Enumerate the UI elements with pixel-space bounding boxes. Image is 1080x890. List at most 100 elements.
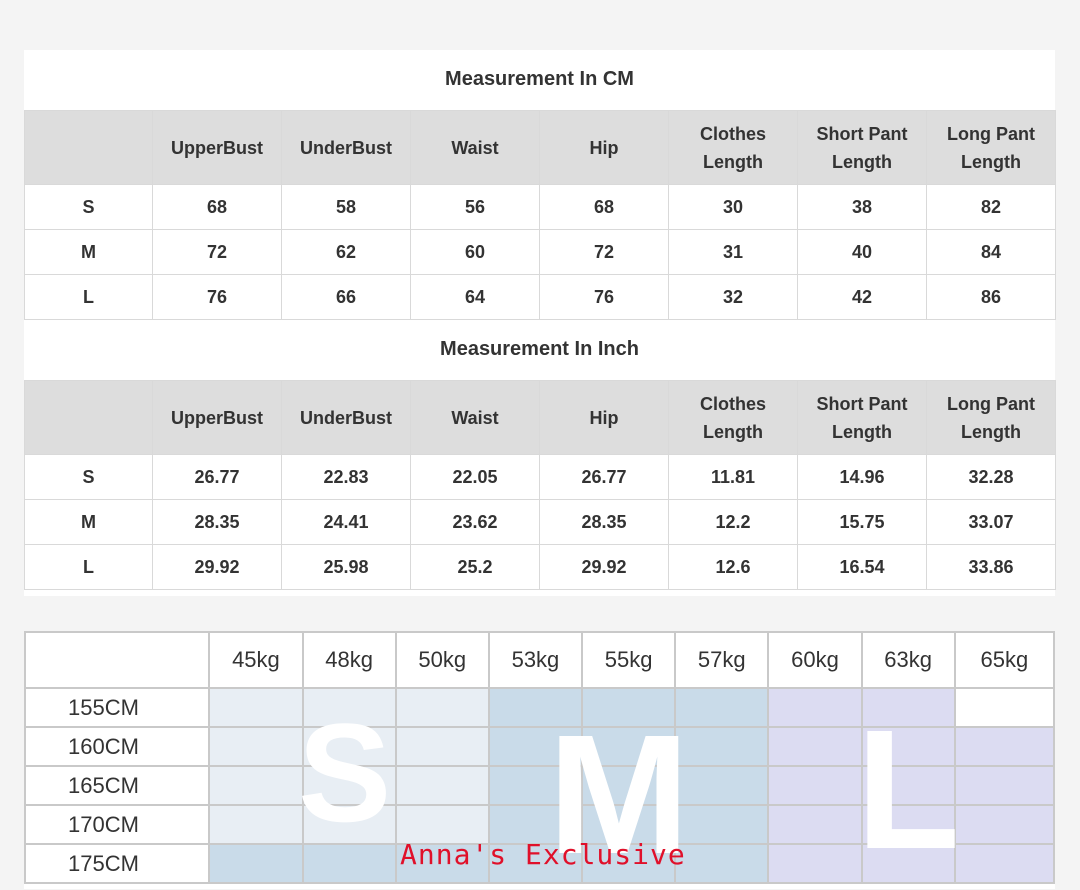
- cm-header-size: [24, 110, 153, 185]
- value-cell: 76: [539, 274, 669, 320]
- weight-label: 60kg: [767, 631, 863, 689]
- watermark-text: Anna's Exclusive: [400, 838, 686, 871]
- value-cell: 72: [539, 229, 669, 275]
- value-cell: 68: [539, 184, 669, 230]
- size-l-cell: [953, 843, 1055, 884]
- inch-header-waist: Waist: [410, 380, 540, 455]
- value-cell: 56: [410, 184, 540, 230]
- measurement-sheet: Measurement In CM UpperBust UnderBust Wa…: [24, 50, 1056, 596]
- height-label: 165CM: [24, 765, 211, 806]
- value-cell: 42: [797, 274, 927, 320]
- size-l-cell: [767, 687, 863, 728]
- empty-cell: [953, 687, 1055, 728]
- weight-label: 65kg: [953, 631, 1055, 689]
- weight-label: 48kg: [301, 631, 397, 689]
- value-cell: 30: [668, 184, 798, 230]
- corner-cell: [24, 631, 211, 689]
- weight-label: 57kg: [674, 631, 770, 689]
- size-s-cell: [208, 765, 304, 806]
- size-s-letter: S: [298, 694, 392, 851]
- table-row: S 68 58 56 68 30 38 82: [24, 184, 1056, 230]
- cm-header-waist: Waist: [410, 110, 540, 185]
- value-cell: 12.6: [668, 544, 798, 590]
- cm-table: UpperBust UnderBust Waist Hip Clothes Len…: [24, 110, 1056, 320]
- value-cell: 31: [668, 229, 798, 275]
- table-row: M 72 62 60 72 31 40 84: [24, 229, 1056, 275]
- value-cell: 62: [281, 229, 411, 275]
- size-cell: S: [24, 184, 153, 230]
- value-cell: 25.2: [410, 544, 540, 590]
- value-cell: 28.35: [152, 499, 282, 545]
- size-cell: L: [24, 544, 153, 590]
- value-cell: 25.98: [281, 544, 411, 590]
- value-cell: 29.92: [152, 544, 282, 590]
- weight-label: 45kg: [208, 631, 304, 689]
- size-cell: M: [24, 229, 153, 275]
- weight-label: 63kg: [860, 631, 956, 689]
- cm-header-upperbust: UpperBust: [152, 110, 282, 185]
- value-cell: 23.62: [410, 499, 540, 545]
- value-cell: 16.54: [797, 544, 927, 590]
- value-cell: 84: [926, 229, 1056, 275]
- size-l-cell: [953, 804, 1055, 845]
- value-cell: 14.96: [797, 454, 927, 500]
- value-cell: 33.86: [926, 544, 1056, 590]
- value-cell: 15.75: [797, 499, 927, 545]
- size-s-cell: [394, 687, 490, 728]
- size-s-cell: [208, 726, 304, 767]
- value-cell: 66: [281, 274, 411, 320]
- value-cell: 32: [668, 274, 798, 320]
- size-l-cell: [953, 765, 1055, 806]
- weight-label: 55kg: [581, 631, 677, 689]
- inch-header-upperbust: UpperBust: [152, 380, 282, 455]
- weight-label: 53kg: [487, 631, 584, 689]
- size-l-letter: L: [856, 695, 960, 885]
- size-s-cell: [208, 804, 304, 845]
- value-cell: 26.77: [539, 454, 669, 500]
- value-cell: 33.07: [926, 499, 1056, 545]
- cm-header-short-pant-length: Short Pant Length: [797, 110, 927, 185]
- value-cell: 58: [281, 184, 411, 230]
- inch-header-long-pant-length: Long Pant Length: [926, 380, 1056, 455]
- value-cell: 28.35: [539, 499, 669, 545]
- table-row: S 26.77 22.83 22.05 26.77 11.81 14.96 32…: [24, 454, 1056, 500]
- inch-section-title: Measurement In Inch: [440, 338, 639, 360]
- size-s-cell: [208, 687, 304, 728]
- table-row: L 29.92 25.98 25.2 29.92 12.6 16.54 33.8…: [24, 544, 1056, 590]
- cm-header-long-pant-length: Long Pant Length: [926, 110, 1056, 185]
- value-cell: 64: [410, 274, 540, 320]
- inch-header-underbust: UnderBust: [281, 380, 411, 455]
- value-cell: 24.41: [281, 499, 411, 545]
- size-s-cell: [394, 726, 490, 767]
- value-cell: 22.83: [281, 454, 411, 500]
- height-label: 175CM: [24, 843, 211, 884]
- size-l-cell: [953, 726, 1055, 767]
- inch-header-row: UpperBust UnderBust Waist Hip Clothes Len…: [24, 380, 1056, 455]
- value-cell: 82: [926, 184, 1056, 230]
- value-cell: 76: [152, 274, 282, 320]
- size-cell: S: [24, 454, 153, 500]
- cm-section-title: Measurement In CM: [445, 68, 634, 90]
- value-cell: 60: [410, 229, 540, 275]
- inch-header-hip: Hip: [539, 380, 669, 455]
- size-l-cell: [767, 804, 863, 845]
- table-row: M 28.35 24.41 23.62 28.35 12.2 15.75 33.…: [24, 499, 1056, 545]
- cm-header-hip: Hip: [539, 110, 669, 185]
- inch-header-size: [24, 380, 153, 455]
- cm-header-underbust: UnderBust: [281, 110, 411, 185]
- size-l-cell: [767, 765, 863, 806]
- value-cell: 26.77: [152, 454, 282, 500]
- cm-header-row: UpperBust UnderBust Waist Hip Clothes Len…: [24, 110, 1056, 185]
- inch-header-clothes-length: Clothes Length: [668, 380, 798, 455]
- height-label: 170CM: [24, 804, 211, 845]
- value-cell: 38: [797, 184, 927, 230]
- size-s-cell: [394, 765, 490, 806]
- value-cell: 12.2: [668, 499, 798, 545]
- size-m-cell: [208, 843, 304, 884]
- value-cell: 40: [797, 229, 927, 275]
- weight-header-row: 45kg 48kg 50kg 53kg 55kg 57kg 60kg 63kg …: [24, 631, 1055, 689]
- inch-table: UpperBust UnderBust Waist Hip Clothes Len…: [24, 380, 1056, 590]
- value-cell: 32.28: [926, 454, 1056, 500]
- cm-header-clothes-length: Clothes Length: [668, 110, 798, 185]
- inch-header-short-pant-length: Short Pant Length: [797, 380, 927, 455]
